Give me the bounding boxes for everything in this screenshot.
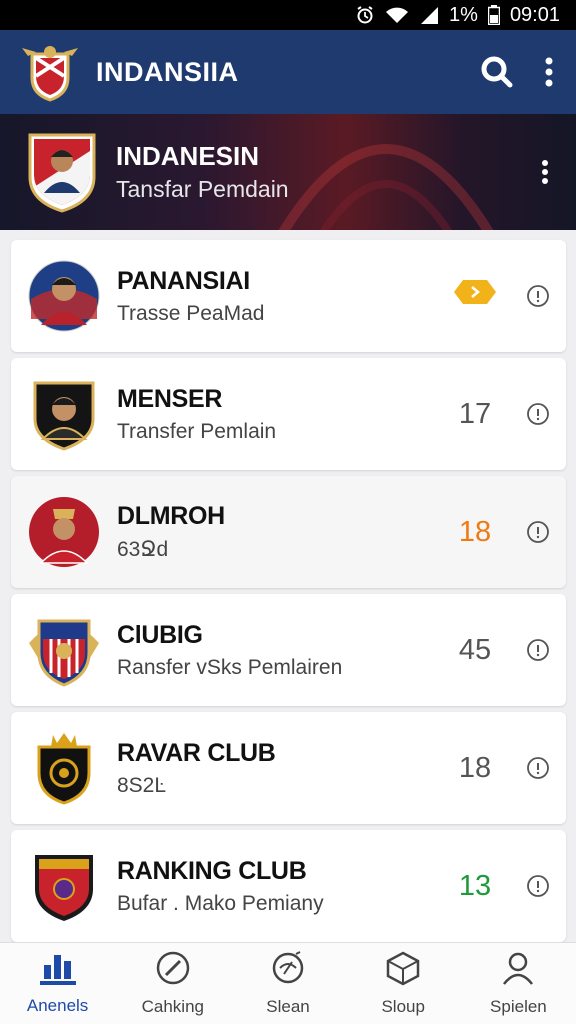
transfer-count: 45 <box>458 633 492 666</box>
club-name: MENSER <box>117 384 223 413</box>
club-card[interactable]: PANANSIAI Trasse PeaMad <box>11 240 566 352</box>
player-avatar <box>27 377 101 451</box>
info-icon[interactable] <box>510 402 550 426</box>
nav-label: Sloup <box>381 997 425 1016</box>
nav-label: Anenels <box>26 996 89 1015</box>
app-title: INDANSIIA <box>96 56 239 87</box>
bottom-navigation: Anenels Cahking Slean Sloup Spielen <box>0 942 576 1024</box>
banner-more-icon[interactable] <box>540 159 550 185</box>
status-bar: 1% 09:01 <box>0 0 576 30</box>
club-name: RAVAR CLUB <box>117 738 276 767</box>
ball-icon <box>270 950 306 991</box>
nav-item-slean[interactable]: Slean <box>230 943 345 1024</box>
club-name: DLMROH <box>117 502 225 530</box>
player-avatar <box>27 495 101 569</box>
info-icon[interactable] <box>510 874 550 898</box>
player-badge <box>26 131 98 213</box>
club-subtitle: Bufar . Mako Pemiany <box>117 891 324 915</box>
club-subtitle: Trasse PeaMad <box>117 301 265 325</box>
transfer-count: 18 <box>458 515 492 548</box>
player-avatar <box>27 259 101 333</box>
status-badge <box>440 279 510 313</box>
club-card[interactable]: MENSER Transfer Pemlain 17 <box>11 358 566 470</box>
club-card[interactable]: ClUBIG Ransfer vSks Pemlairen 45 <box>11 594 566 706</box>
app-bar: INDANSIIA <box>0 30 576 114</box>
battery-icon <box>487 5 500 25</box>
battery-percent: 1% <box>449 3 478 26</box>
transfer-count: 13 <box>458 869 492 902</box>
club-subtitle: 63Ջd <box>117 538 169 561</box>
alarm-icon <box>355 5 375 25</box>
box-icon <box>385 950 421 991</box>
nav-label: Spielen <box>490 997 547 1016</box>
info-icon[interactable] <box>510 520 550 544</box>
transfer-count: 18 <box>458 751 492 784</box>
club-subtitle: Ransfer vSks Pemlairen <box>117 655 343 679</box>
status-time: 09:01 <box>509 3 560 26</box>
club-name: ClUBIG <box>117 620 203 649</box>
club-name: PANANSIAI <box>117 266 250 295</box>
club-subtitle: Transfer Pemlain <box>117 419 277 443</box>
club-crest-icon <box>27 731 101 805</box>
banner-title: INDANESIN <box>116 141 260 171</box>
club-card[interactable]: DLMROH 63Ջd 18 <box>11 476 566 588</box>
more-vert-icon[interactable] <box>544 57 554 87</box>
banner-subtitle: Tansfar Pemdain <box>116 176 289 202</box>
info-icon[interactable] <box>510 638 550 662</box>
club-card[interactable]: RANKING CLUB Bufar . Mako Pemiany 13 <box>11 830 566 942</box>
nav-label: Cahking <box>141 997 204 1016</box>
info-icon[interactable] <box>510 756 550 780</box>
nav-label: Slean <box>266 997 310 1016</box>
nav-item-spielen[interactable]: Spielen <box>461 943 576 1024</box>
info-icon[interactable] <box>510 284 550 308</box>
nav-item-anenels[interactable]: Anenels <box>0 943 115 1024</box>
signal-icon <box>419 5 439 25</box>
club-crest-icon <box>27 849 101 923</box>
club-crest-icon <box>27 613 101 687</box>
club-card[interactable]: RAVAR CLUB 8S2Ŀ 18 <box>11 712 566 824</box>
club-name: RANKING CLUB <box>117 856 307 885</box>
compass-icon <box>155 950 191 991</box>
bar-chart-icon <box>38 951 78 990</box>
nav-item-cahking[interactable]: Cahking <box>115 943 230 1024</box>
nav-item-sloup[interactable]: Sloup <box>346 943 461 1024</box>
club-list: PANANSIAI Trasse PeaMad MENSER Transfer … <box>11 240 566 948</box>
featured-banner[interactable]: INDANESIN Tansfar Pemdain <box>0 114 576 230</box>
search-icon[interactable] <box>480 55 514 89</box>
transfer-count: 17 <box>458 397 492 430</box>
person-icon <box>500 950 536 991</box>
club-crest-logo <box>22 42 78 102</box>
banner-decoration <box>278 144 494 230</box>
club-subtitle: 8S2Ŀ <box>117 773 167 797</box>
wifi-icon <box>385 5 409 25</box>
